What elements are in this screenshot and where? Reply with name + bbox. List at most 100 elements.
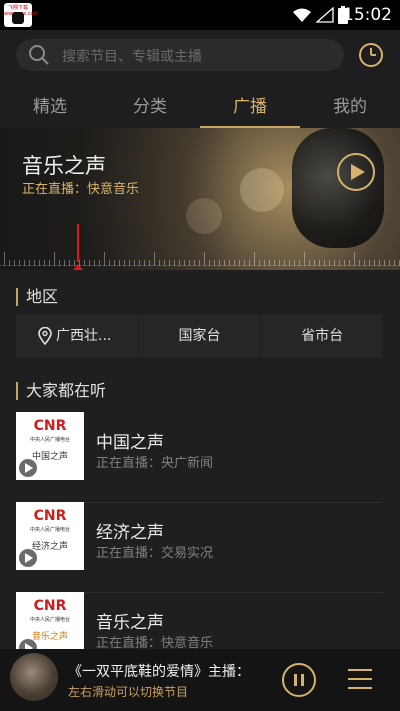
dial-tick: [114, 260, 115, 266]
dial-tick: [389, 260, 390, 266]
cover-subtext: 中央人民广播电台: [29, 617, 70, 623]
station-now-playing: 正在直播：央广新闻: [96, 456, 214, 471]
dial-tick: [49, 260, 50, 266]
tab-bar: 精选 分类 广播 我的: [0, 90, 400, 128]
dial-tick: [249, 260, 250, 266]
tab-category[interactable]: 分类: [100, 90, 200, 128]
dial-tick: [59, 260, 60, 266]
dial-tick: [394, 260, 395, 266]
dial-tick: [259, 260, 260, 266]
region-section-title: 地区: [16, 288, 58, 306]
dial-tick: [79, 260, 80, 266]
station-title: 经济之声: [96, 523, 164, 543]
dial-tick: [219, 260, 220, 266]
header: 搜索节目、专辑或主播: [0, 30, 400, 90]
status-time: 15:02: [343, 5, 392, 25]
pause-icon: [294, 674, 297, 686]
dial-tick: [199, 260, 200, 266]
dial-tick: [174, 260, 175, 266]
dial-tick: [299, 260, 300, 266]
station-now-playing: 正在直播：交易实况: [96, 546, 214, 561]
dial-tick: [194, 260, 195, 266]
dial-tick: [369, 260, 370, 266]
region-local[interactable]: 广西壮...: [16, 314, 139, 358]
cnr-logo: CNR: [33, 598, 67, 614]
dial-tick: [184, 260, 185, 266]
app-badge-icon: 飞翔下载 www.xxx.com: [4, 3, 39, 27]
dial-tick: [164, 260, 165, 266]
station-cover: CNR 中央人民广播电台 中国之声: [16, 412, 84, 480]
dial-tick: [289, 260, 290, 266]
dial-tick: [84, 260, 85, 266]
station-title: 音乐之声: [96, 613, 164, 633]
search-icon: [29, 45, 49, 65]
list-item[interactable]: CNR 中央人民广播电台 经济之声 经济之声 正在直播：交易实况: [16, 502, 383, 593]
cover-play-button[interactable]: [19, 549, 37, 567]
mini-player[interactable]: 《一双平底鞋的爱情》主播： 左右滑动可以切换节目: [0, 649, 400, 711]
dial-tick: [134, 260, 135, 266]
dial-tick: [94, 260, 95, 266]
dial-tick: [4, 252, 5, 266]
region-provincial[interactable]: 省市台: [261, 314, 383, 358]
tab-mine[interactable]: 我的: [300, 90, 400, 128]
now-playing-hint: 左右滑动可以切换节目: [68, 685, 189, 699]
dial-tick: [154, 252, 155, 266]
dial-tick: [139, 260, 140, 266]
dial-tick: [374, 260, 375, 266]
dial-tick: [54, 252, 55, 266]
dial-tick: [309, 260, 310, 266]
tab-radio[interactable]: 广播: [200, 90, 300, 128]
dial-tick: [269, 260, 270, 266]
dial-tick: [204, 252, 205, 266]
dial-tick: [319, 260, 320, 266]
dial-tick: [149, 260, 150, 266]
status-bar: 飞翔下载 www.xxx.com 15:02: [0, 0, 400, 30]
hero-title: 音乐之声: [22, 154, 106, 178]
dial-tick: [284, 260, 285, 266]
dial-tick: [89, 260, 90, 266]
hero-play-button[interactable]: [337, 153, 375, 191]
dial-tick: [19, 260, 20, 266]
frequency-dial[interactable]: [0, 224, 400, 270]
hero-banner[interactable]: 音乐之声 正在直播：快意音乐: [0, 128, 400, 270]
play-icon: [25, 463, 33, 473]
tab-featured[interactable]: 精选: [0, 90, 100, 128]
dial-tick: [234, 260, 235, 266]
dial-tick: [274, 260, 275, 266]
dial-tick: [9, 260, 10, 266]
dial-tick: [329, 260, 330, 266]
dial-tick: [314, 260, 315, 266]
now-playing-cover[interactable]: [10, 653, 58, 701]
dial-tick: [349, 260, 350, 266]
dial-tick: [229, 260, 230, 266]
station-cover: CNR 中央人民广播电台 经济之声: [16, 502, 84, 570]
region-national[interactable]: 国家台: [139, 314, 262, 358]
dial-tick: [279, 260, 280, 266]
search-input[interactable]: 搜索节目、专辑或主播: [16, 39, 344, 71]
list-item[interactable]: CNR 中央人民广播电台 中国之声 中国之声 正在直播：央广新闻: [16, 412, 383, 503]
dial-tick: [359, 260, 360, 266]
dial-tick: [69, 260, 70, 266]
pause-button[interactable]: [282, 663, 316, 697]
cnr-logo: CNR: [33, 508, 67, 524]
dial-tick: [324, 260, 325, 266]
now-playing-title: 《一双平底鞋的爱情》主播：: [68, 664, 250, 680]
station-title: 中国之声: [96, 433, 164, 453]
dial-tick: [224, 260, 225, 266]
dial-tick: [44, 260, 45, 266]
dial-tick: [264, 260, 265, 266]
list-icon[interactable]: [348, 667, 372, 691]
hero-subtitle: 正在直播：快意音乐: [22, 182, 140, 197]
cover-play-button[interactable]: [19, 459, 37, 477]
frequency-needle[interactable]: [77, 224, 79, 262]
dial-tick: [339, 260, 340, 266]
clock-icon[interactable]: [358, 42, 384, 68]
cnr-logo: CNR: [33, 418, 67, 434]
dial-tick: [24, 260, 25, 266]
dial-tick: [239, 260, 240, 266]
dial-tick: [304, 252, 305, 266]
dial-tick: [144, 260, 145, 266]
dial-tick: [189, 260, 190, 266]
popular-section-title: 大家都在听: [16, 382, 106, 400]
wifi-icon: [293, 8, 311, 22]
